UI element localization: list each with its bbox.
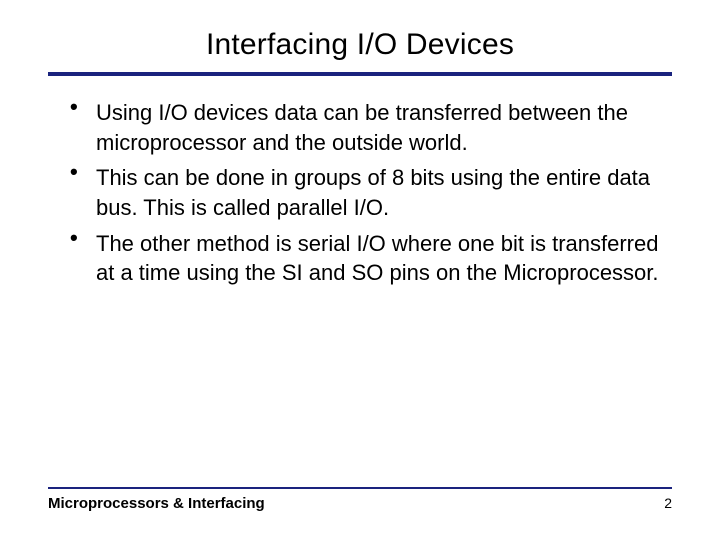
footer-divider — [48, 487, 672, 489]
bullet-item: Using I/O devices data can be transferre… — [70, 98, 672, 157]
bullet-item: The other method is serial I/O where one… — [70, 229, 672, 288]
footer-text: Microprocessors & Interfacing — [48, 495, 265, 512]
slide-title: Interfacing I/O Devices — [48, 28, 672, 62]
title-divider — [48, 72, 672, 76]
bullet-list: Using I/O devices data can be transferre… — [48, 98, 672, 288]
footer-row: Microprocessors & Interfacing 2 — [48, 495, 672, 512]
page-number: 2 — [664, 495, 672, 511]
slide: Interfacing I/O Devices Using I/O device… — [0, 0, 720, 540]
bullet-item: This can be done in groups of 8 bits usi… — [70, 163, 672, 222]
footer: Microprocessors & Interfacing 2 — [48, 487, 672, 512]
